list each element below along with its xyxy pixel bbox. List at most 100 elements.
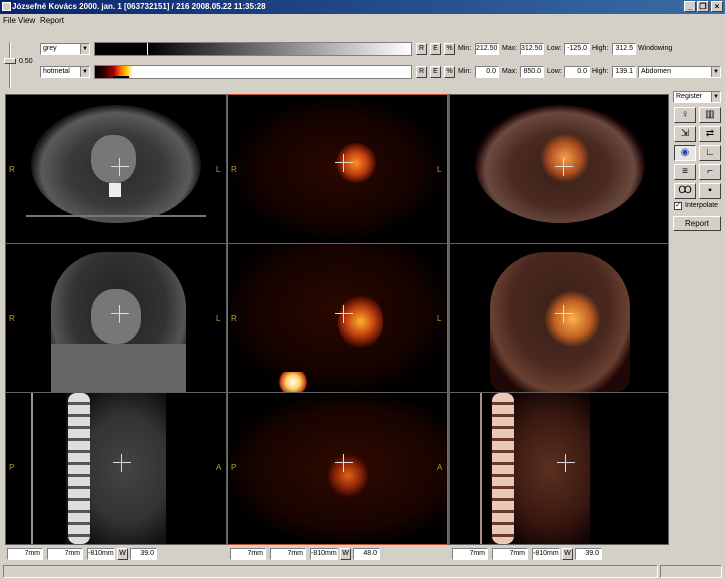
colormap-select-pet[interactable]: hotmetal ▼ xyxy=(40,66,90,78)
hotmetal-colorbar[interactable] xyxy=(94,65,412,79)
orientation-left-label: L xyxy=(216,314,221,323)
mode-select[interactable]: Register ▼ xyxy=(673,91,721,103)
interpolate-checkbox[interactable]: ✓ xyxy=(674,202,682,210)
measure-tool-icon[interactable]: ∟ xyxy=(699,145,721,161)
title-bar: Józsefné Kovács 2000. jan. 1 [063732151]… xyxy=(0,0,725,14)
crosshair-icon xyxy=(111,305,129,323)
max-label: Max: xyxy=(502,45,518,52)
restore-button[interactable]: ❐ xyxy=(697,1,709,12)
rotate-tool-icon[interactable]: ⇄ xyxy=(699,126,721,142)
colorbar-marker[interactable] xyxy=(147,43,148,55)
slice-position-field[interactable]: -810mm xyxy=(310,548,338,560)
mode-value: Register xyxy=(676,93,703,100)
slice-thickness-field[interactable]: 7mm xyxy=(7,548,43,560)
low-label: Low: xyxy=(547,68,562,75)
slice-spacing-field[interactable]: 7mm xyxy=(270,548,306,560)
low-field-ct[interactable]: -125.0 xyxy=(564,43,590,55)
ct-axial-view[interactable]: R L xyxy=(6,95,226,243)
export-tool-icon[interactable]: ▪ xyxy=(699,183,721,199)
ct-spine xyxy=(68,393,90,544)
window-value-field[interactable]: 39.0 xyxy=(130,548,157,560)
window-value-field[interactable]: 39.0 xyxy=(575,548,602,560)
ct-table xyxy=(26,215,206,229)
grey-colorbar[interactable] xyxy=(94,42,412,56)
min-label: Min: xyxy=(458,45,472,52)
edit-button-pet[interactable]: E xyxy=(430,66,441,78)
move-tool-icon[interactable]: ⇲ xyxy=(674,126,696,142)
window-value-field[interactable]: 48.0 xyxy=(353,548,380,560)
low-label: Low: xyxy=(547,45,562,52)
layout-tool-icon[interactable]: ▥ xyxy=(699,107,721,123)
roi-tool-icon[interactable]: ⌐ xyxy=(699,164,721,180)
ct-column-footer: 7mm 7mm -810mm W 39.0 xyxy=(7,548,157,561)
interpolate-label: Interpolate xyxy=(685,202,719,209)
fusion-sagittal-view[interactable] xyxy=(450,393,668,544)
crosshair-icon xyxy=(335,154,353,172)
ct-sagittal-view[interactable]: P A xyxy=(6,393,226,544)
window-button[interactable]: W xyxy=(340,548,351,560)
app-icon xyxy=(2,2,11,11)
orientation-right-label: R xyxy=(9,314,15,323)
slice-position-field[interactable]: -810mm xyxy=(532,548,560,560)
preset-label-ct: Windowing xyxy=(638,45,673,52)
chevron-down-icon: ▼ xyxy=(80,67,89,77)
orientation-right-label: R xyxy=(231,165,237,174)
colorbar-marker[interactable] xyxy=(113,76,129,78)
zoom-tool-icon[interactable]: ◉ xyxy=(674,145,696,161)
max-field-ct[interactable]: 312.50 xyxy=(520,43,544,55)
slice-position-field[interactable]: -810mm xyxy=(87,548,115,560)
edit-button-ct[interactable]: E xyxy=(430,43,441,55)
high-field-ct[interactable]: 312.5 xyxy=(612,43,636,55)
orientation-posterior-label: P xyxy=(231,463,237,472)
preset-select-pet[interactable]: Abdomen ▼ xyxy=(638,66,721,78)
ruler-tool-icon[interactable]: ≡ xyxy=(674,164,696,180)
min-field-ct[interactable]: 212.50 xyxy=(475,43,499,55)
ct-table xyxy=(31,393,33,544)
menu-file[interactable]: File xyxy=(3,16,16,25)
high-field-pet[interactable]: 139.1 xyxy=(612,66,636,78)
ct-vertebra xyxy=(109,183,121,197)
fusion-spine xyxy=(492,393,514,544)
orientation-right-label: R xyxy=(231,314,237,323)
slice-thickness-field[interactable]: 7mm xyxy=(452,548,488,560)
max-field-pet[interactable]: 850.0 xyxy=(520,66,544,78)
blend-slider-value: 0.50 xyxy=(19,58,33,65)
percent-button-ct[interactable]: % xyxy=(444,43,455,55)
reset-button-pet[interactable]: R xyxy=(416,66,427,78)
orientation-left-label: L xyxy=(437,165,442,174)
blend-slider-track[interactable] xyxy=(9,42,11,88)
ct-coronal-view[interactable]: R L xyxy=(6,244,226,392)
pet-axial-view[interactable]: R L xyxy=(228,95,447,243)
annotation-tool-icon[interactable]: Ꝏ xyxy=(674,183,696,199)
reset-button-ct[interactable]: R xyxy=(416,43,427,55)
window-button[interactable]: W xyxy=(562,548,573,560)
min-field-pet[interactable]: 0.0 xyxy=(475,66,499,78)
low-field-pet[interactable]: 0.0 xyxy=(564,66,590,78)
minimize-button[interactable]: _ xyxy=(684,1,696,12)
slice-spacing-field[interactable]: 7mm xyxy=(492,548,528,560)
slice-spacing-field[interactable]: 7mm xyxy=(47,548,83,560)
crosshair-icon xyxy=(335,305,353,323)
pet-column-footer: 7mm 7mm -810mm W 48.0 xyxy=(230,548,380,561)
close-button[interactable]: × xyxy=(711,1,723,12)
fusion-coronal-view[interactable] xyxy=(450,244,668,392)
probe-tool-icon[interactable]: ♀ xyxy=(674,107,696,123)
high-label: High: xyxy=(592,68,609,75)
menu-view[interactable]: View xyxy=(18,16,35,25)
colormap-select-ct[interactable]: grey ▼ xyxy=(40,43,90,55)
crosshair-icon xyxy=(557,454,575,472)
orientation-anterior-label: A xyxy=(437,463,443,472)
window-button[interactable]: W xyxy=(117,548,128,560)
blend-slider-thumb[interactable] xyxy=(4,58,16,64)
pet-sagittal-view[interactable]: P A xyxy=(228,393,447,544)
status-bar xyxy=(3,565,658,578)
chevron-down-icon: ▼ xyxy=(711,67,720,77)
report-button[interactable]: Report xyxy=(673,216,721,231)
fusion-axial-view[interactable] xyxy=(450,95,668,243)
menu-report[interactable]: Report xyxy=(40,16,64,25)
percent-button-pet[interactable]: % xyxy=(444,66,455,78)
orientation-left-label: L xyxy=(437,314,442,323)
min-label: Min: xyxy=(458,68,472,75)
pet-coronal-view[interactable]: R L xyxy=(228,244,447,392)
slice-thickness-field[interactable]: 7mm xyxy=(230,548,266,560)
